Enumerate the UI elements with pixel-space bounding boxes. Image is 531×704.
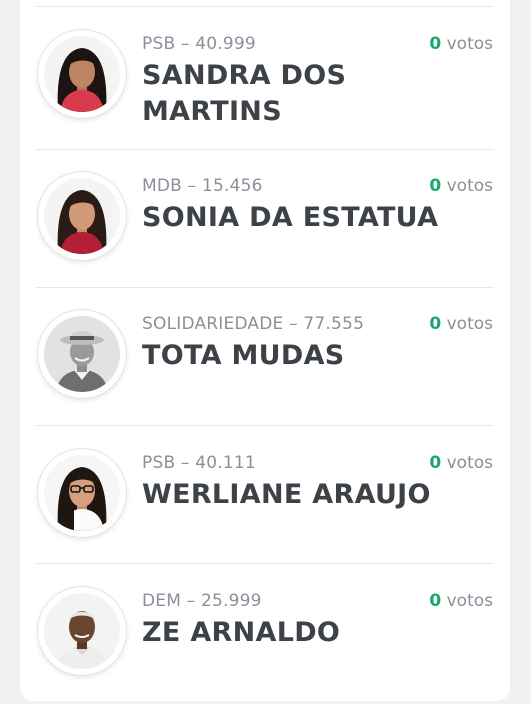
candidate-photo-woman-dark-hair-icon bbox=[44, 36, 120, 112]
candidate-list-card: PSB – 40.999 0 votos SANDRA DOS MARTINS … bbox=[20, 0, 510, 701]
candidate-row[interactable]: DEM – 25.999 0 votos ZE ARNALDO bbox=[20, 565, 510, 701]
candidate-photo-man-white-hair-icon bbox=[44, 593, 120, 669]
candidate-photo-woman-dark-hair-icon bbox=[44, 178, 120, 254]
party-number: PSB – 40.999 bbox=[142, 34, 256, 54]
candidate-row[interactable]: PSB – 40.111 0 votos WERLIANE ARAUJO bbox=[20, 427, 510, 565]
vote-count-label: votos bbox=[446, 591, 493, 611]
vote-count: 0 votos bbox=[429, 314, 493, 334]
vote-count-value: 0 bbox=[429, 591, 442, 611]
vote-count: 0 votos bbox=[429, 591, 493, 611]
vote-count: 0 votos bbox=[429, 453, 493, 473]
candidate-avatar bbox=[38, 30, 126, 118]
vote-count-value: 0 bbox=[429, 34, 442, 54]
candidate-photo-man-hat-grayscale-icon bbox=[44, 316, 120, 392]
candidate-avatar bbox=[38, 310, 126, 398]
candidate-avatar bbox=[38, 172, 126, 260]
divider bbox=[36, 425, 494, 426]
candidate-name: WERLIANE ARAUJO bbox=[142, 479, 431, 510]
candidate-avatar bbox=[38, 449, 126, 537]
party-number: SOLIDARIEDADE – 77.555 bbox=[142, 314, 365, 334]
vote-count-value: 0 bbox=[429, 453, 442, 473]
party-number: PSB – 40.111 bbox=[142, 453, 256, 473]
vote-count: 0 votos bbox=[429, 34, 493, 54]
candidate-photo-woman-glasses-icon bbox=[44, 455, 120, 531]
candidate-row[interactable]: PSB – 40.999 0 votos SANDRA DOS MARTINS bbox=[20, 8, 510, 146]
party-number: DEM – 25.999 bbox=[142, 591, 262, 611]
candidate-name: ZE ARNALDO bbox=[142, 617, 341, 648]
candidate-name: TOTA MUDAS bbox=[142, 340, 345, 371]
candidate-name: SONIA DA ESTATUA bbox=[142, 202, 439, 233]
party-number: MDB – 15.456 bbox=[142, 176, 263, 196]
divider bbox=[36, 6, 494, 7]
candidate-avatar bbox=[38, 587, 126, 675]
vote-count-label: votos bbox=[446, 314, 493, 334]
vote-count-label: votos bbox=[446, 453, 493, 473]
vote-count-value: 0 bbox=[429, 314, 442, 334]
candidate-row[interactable]: SOLIDARIEDADE – 77.555 0 votos TOTA MUDA… bbox=[20, 288, 510, 426]
candidate-row[interactable]: MDB – 15.456 0 votos SONIA DA ESTATUA bbox=[20, 150, 510, 288]
vote-count-label: votos bbox=[446, 34, 493, 54]
vote-count-label: votos bbox=[446, 176, 493, 196]
vote-count: 0 votos bbox=[429, 176, 493, 196]
vote-count-value: 0 bbox=[429, 176, 442, 196]
divider bbox=[36, 563, 494, 564]
candidate-name: SANDRA DOS MARTINS bbox=[142, 60, 347, 127]
